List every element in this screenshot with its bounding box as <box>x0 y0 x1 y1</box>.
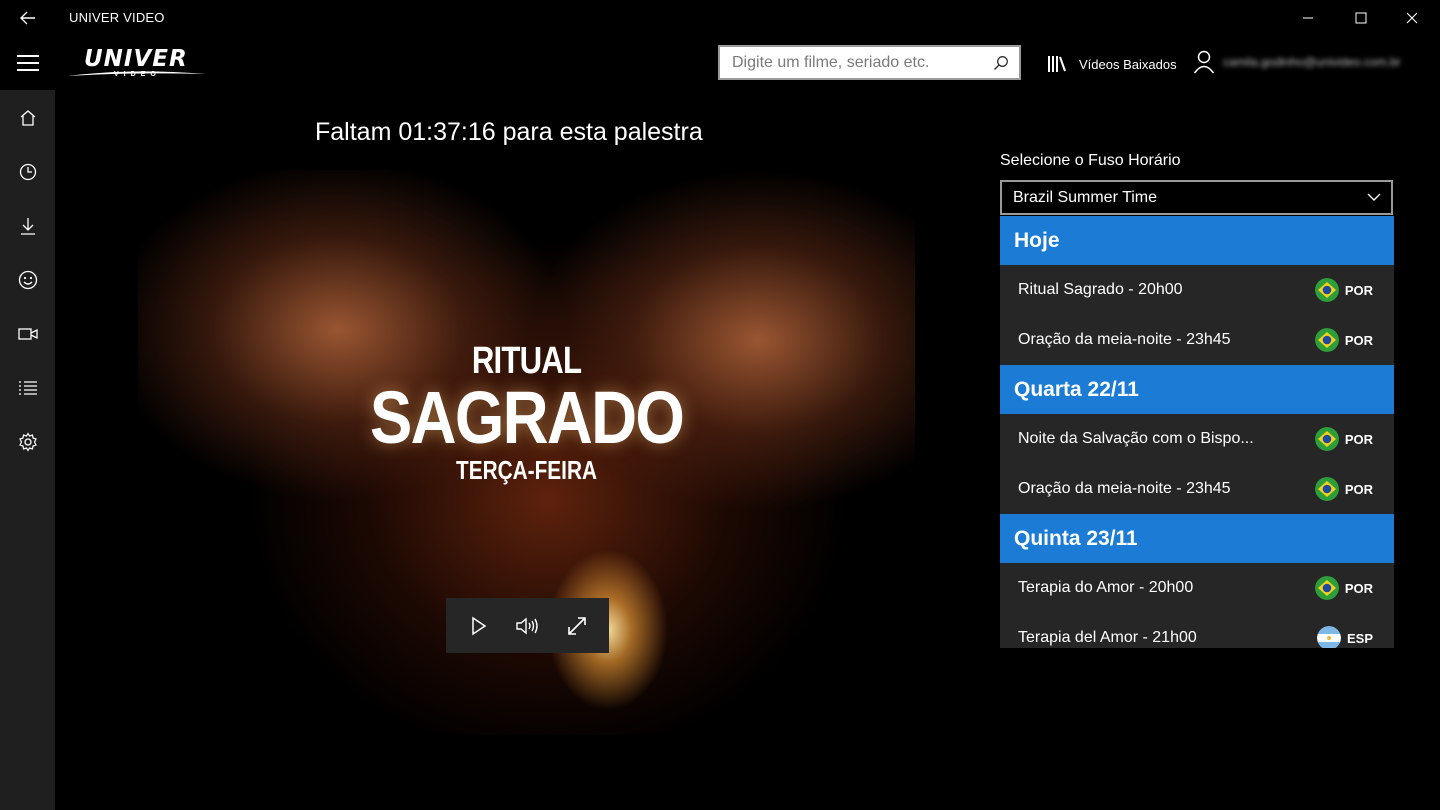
play-icon <box>471 616 486 635</box>
close-button[interactable] <box>1389 0 1435 36</box>
timezone-label: Selecione o Fuso Horário <box>1000 152 1181 169</box>
schedule-item[interactable]: Oração da meia-noite - 23h45 POR <box>1000 464 1394 514</box>
hamburger-line <box>17 69 39 71</box>
nav-list[interactable] <box>0 366 55 410</box>
search-input[interactable] <box>720 53 982 72</box>
nav-recent[interactable] <box>0 150 55 194</box>
logo-main-text: UNIVER <box>84 46 188 72</box>
title-bar: UNIVER VIDEO <box>0 0 1440 36</box>
language-badge: POR <box>1314 427 1373 451</box>
downloaded-videos-button[interactable]: Vídeos Baixados <box>1047 52 1177 76</box>
argentina-flag-icon <box>1316 626 1341 648</box>
minimize-button[interactable] <box>1285 0 1331 36</box>
user-icon <box>1193 50 1215 74</box>
brazil-flag-icon <box>1314 427 1339 451</box>
timezone-selected-value: Brazil Summer Time <box>1013 188 1158 206</box>
schedule-item-title: Terapia do Amor - 20h00 <box>1018 579 1194 596</box>
brazil-flag-icon <box>1314 576 1339 600</box>
hamburger-line <box>17 62 39 64</box>
settings-icon <box>18 432 37 452</box>
maximize-icon <box>1355 12 1367 24</box>
hamburger-line <box>17 55 39 57</box>
brazil-flag-icon <box>1314 328 1339 352</box>
fullscreen-button[interactable] <box>555 606 599 646</box>
schedule-item-title: Terapia del Amor - 21h00 <box>1018 629 1197 646</box>
language-badge: POR <box>1314 278 1373 302</box>
timezone-dropdown[interactable]: Brazil Summer Time <box>1000 180 1393 215</box>
brazil-flag-icon <box>1314 477 1339 501</box>
player-controls <box>446 598 609 653</box>
user-email: camila.godinho@univideo.com.br <box>1223 55 1401 69</box>
hamburger-menu-button[interactable] <box>10 48 46 78</box>
back-button[interactable] <box>14 6 42 30</box>
app-title: UNIVER VIDEO <box>69 10 165 25</box>
logo-sub-text: VIDEO <box>114 71 161 78</box>
language-code: POR <box>1344 431 1373 447</box>
schedule-item[interactable]: Ritual Sagrado - 20h00 POR <box>1000 265 1394 315</box>
search-icon[interactable] <box>993 55 1009 76</box>
left-navigation <box>0 90 55 810</box>
clock-icon <box>19 163 36 181</box>
language-badge: ESP <box>1316 626 1373 648</box>
close-icon <box>1406 12 1418 24</box>
schedule-list: Hoje Ritual Sagrado - 20h00 POR Oração d… <box>1000 216 1394 648</box>
fullscreen-icon <box>567 616 586 635</box>
chevron-down-icon <box>1367 193 1381 201</box>
schedule-item-title: Ritual Sagrado - 20h00 <box>1018 281 1183 298</box>
video-camera-icon <box>17 328 38 340</box>
volume-icon <box>515 617 538 634</box>
schedule-item[interactable]: Oração da meia-noite - 23h45 POR <box>1000 315 1394 365</box>
poster-title-line3: TERÇA-FEIRA <box>456 455 597 485</box>
schedule-item[interactable]: Noite da Salvação com o Bispo... POR <box>1000 414 1394 464</box>
minimize-icon <box>1303 17 1313 19</box>
user-account-button[interactable]: camila.godinho@univideo.com.br <box>1193 50 1401 74</box>
nav-kids[interactable] <box>0 258 55 302</box>
schedule-item-title: Oração da meia-noite - 23h45 <box>1018 331 1231 348</box>
nav-live[interactable] <box>0 312 55 356</box>
day-header: Quinta 23/11 <box>1000 514 1394 563</box>
univer-logo[interactable]: UNIVER VIDEO <box>68 44 208 84</box>
list-icon <box>18 381 37 395</box>
nav-home[interactable] <box>0 96 55 140</box>
library-icon <box>1048 56 1066 72</box>
search-box <box>718 45 1021 80</box>
home-icon <box>20 110 35 126</box>
poster-title-line2: SAGRADO <box>369 376 685 459</box>
smile-icon <box>18 270 37 290</box>
schedule-item[interactable]: Terapia do Amor - 20h00 POR <box>1000 563 1394 613</box>
language-badge: POR <box>1314 576 1373 600</box>
language-code: POR <box>1344 332 1373 348</box>
day-header: Quarta 22/11 <box>1000 365 1394 414</box>
language-code: ESP <box>1346 630 1373 646</box>
download-icon <box>20 218 35 235</box>
schedule-item-title: Oração da meia-noite - 23h45 <box>1018 480 1231 497</box>
day-header: Hoje <box>1000 216 1394 265</box>
language-badge: POR <box>1314 328 1373 352</box>
play-button[interactable] <box>457 606 501 646</box>
volume-button[interactable] <box>506 606 550 646</box>
language-code: POR <box>1344 481 1373 497</box>
downloaded-videos-label: Vídeos Baixados <box>1079 56 1177 72</box>
nav-settings[interactable] <box>0 420 55 464</box>
language-code: POR <box>1344 282 1373 298</box>
back-arrow-icon <box>20 11 35 25</box>
language-badge: POR <box>1314 477 1373 501</box>
schedule-item-title: Noite da Salvação com o Bispo... <box>1018 430 1254 447</box>
brazil-flag-icon <box>1314 278 1339 302</box>
app-header: UNIVER VIDEO Vídeos Baixados camila.godi… <box>0 36 1440 90</box>
schedule-item[interactable]: Terapia del Amor - 21h00 ESP <box>1000 613 1394 648</box>
countdown-text: Faltam 01:37:16 para esta palestra <box>315 118 703 146</box>
main-content: Faltam 01:37:16 para esta palestra RITUA… <box>55 90 1440 810</box>
language-code: POR <box>1344 580 1373 596</box>
maximize-button[interactable] <box>1338 0 1384 36</box>
nav-downloads[interactable] <box>0 204 55 248</box>
